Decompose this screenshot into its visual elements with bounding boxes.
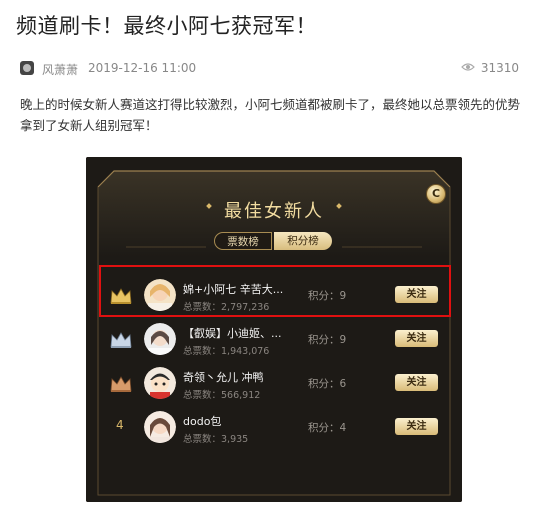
ranking-panel: C 最佳女新人 票数榜 积分榜 婂+小阿七 辛苦大... 总票数：2,797,2… xyxy=(86,157,462,502)
tab-points[interactable]: 积分榜 xyxy=(274,232,332,250)
article-description: 晚上的时候女新人赛道这打得比较激烈，小阿七频道都被刷卡了，最终她以总票领先的优势… xyxy=(20,97,521,133)
avatar[interactable] xyxy=(144,411,176,443)
article-meta: 风萧萧 2019-12-16 11:00 31310 xyxy=(20,60,525,80)
points: 积分：6 xyxy=(308,378,347,390)
bronze-crown-icon xyxy=(110,376,132,392)
total-votes: 总票数：566,912 xyxy=(183,390,261,401)
silver-crown-icon xyxy=(110,332,132,348)
panel-title: 最佳女新人 xyxy=(224,201,324,222)
follow-button[interactable]: 关注 xyxy=(395,330,438,347)
list-item[interactable]: 奇领丶允儿 冲鸭 总票数：566,912 积分：6 关注 xyxy=(108,362,442,406)
streamer-name[interactable]: 奇领丶允儿 冲鸭 xyxy=(183,369,283,385)
list-item[interactable]: 4 dodo包 总票数：3,935 积分：4 关注 xyxy=(108,406,442,450)
eye-icon xyxy=(461,63,475,71)
streamer-name[interactable]: dodo包 xyxy=(183,413,283,429)
points: 积分：4 xyxy=(308,422,347,434)
winner-highlight-box xyxy=(99,265,451,317)
avatar[interactable] xyxy=(144,367,176,399)
author-name[interactable]: 风萧萧 xyxy=(42,61,78,78)
follow-button[interactable]: 关注 xyxy=(395,418,438,435)
view-count: 31310 xyxy=(480,61,519,75)
rank-tabs: 票数榜 积分榜 xyxy=(214,232,334,250)
author-avatar[interactable] xyxy=(20,61,34,75)
avatar[interactable] xyxy=(144,323,176,355)
rank-number: 4 xyxy=(116,418,124,432)
streamer-name[interactable]: 【叡娱】小迪姬、... xyxy=(183,325,283,341)
article-title: 频道刷卡！最终小阿七获冠军！ xyxy=(16,14,317,38)
points: 积分：9 xyxy=(308,334,347,346)
list-item[interactable]: 【叡娱】小迪姬、... 总票数：1,943,076 积分：9 关注 xyxy=(108,318,442,362)
total-votes: 总票数：3,935 xyxy=(183,434,249,445)
total-votes: 总票数：1,943,076 xyxy=(183,346,270,357)
publish-date: 2019-12-16 11:00 xyxy=(88,61,197,75)
follow-button[interactable]: 关注 xyxy=(395,374,438,391)
tab-votes[interactable]: 票数榜 xyxy=(214,232,272,250)
